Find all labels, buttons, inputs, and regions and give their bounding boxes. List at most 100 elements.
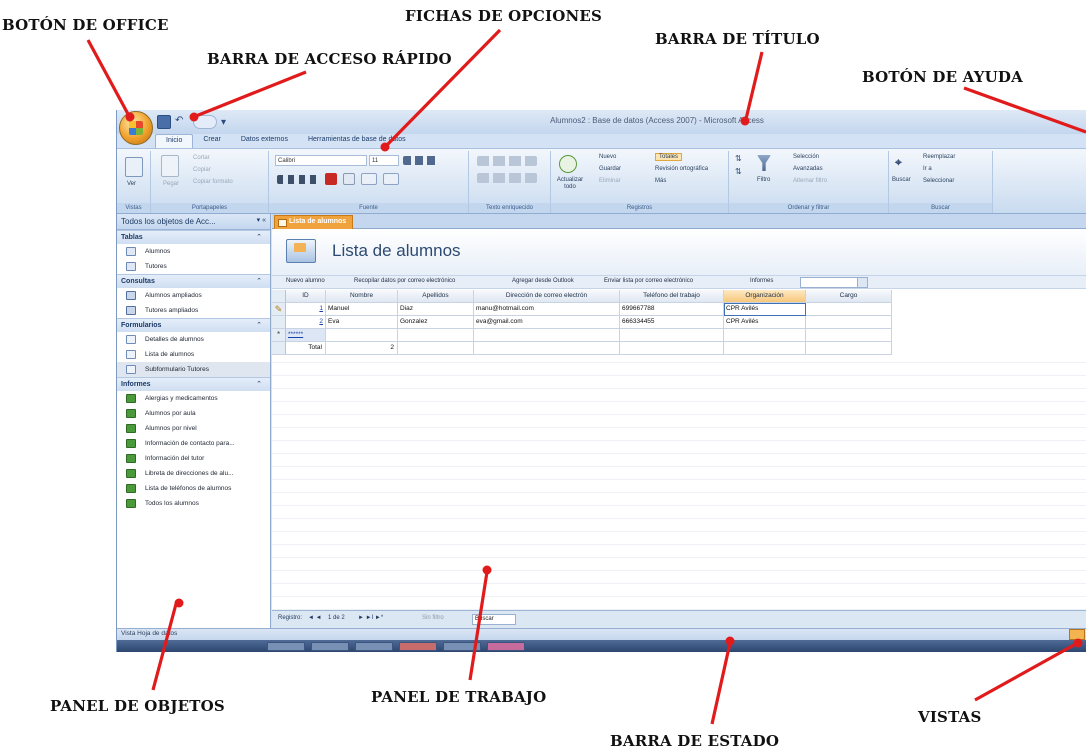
ir-a-button[interactable]: Ir a xyxy=(923,166,932,172)
column-header[interactable]: ID xyxy=(286,290,326,303)
copiar-button[interactable]: Copiar xyxy=(193,167,211,173)
alt-fill-icon[interactable] xyxy=(383,173,399,185)
collapse-icon[interactable]: ⌃ xyxy=(256,277,262,285)
actualizar-button[interactable]: Actualizar todo xyxy=(553,177,587,191)
view-icon[interactable] xyxy=(125,157,143,177)
font-color-icon[interactable] xyxy=(325,173,337,185)
align-icon[interactable] xyxy=(403,156,439,165)
eliminar-button[interactable]: Eliminar xyxy=(599,178,621,184)
office-button[interactable] xyxy=(119,111,153,145)
tab-lista-de-alumnos[interactable]: Lista de alumnos xyxy=(274,215,354,229)
grid-cell[interactable] xyxy=(806,316,892,329)
grid-cell[interactable] xyxy=(474,329,620,342)
grid-cell[interactable] xyxy=(474,342,620,355)
taskbar-button[interactable] xyxy=(355,642,393,651)
grid-cell[interactable]: 699667788 xyxy=(620,303,724,316)
refresh-icon[interactable] xyxy=(559,155,577,173)
collapse-icon[interactable]: ⌃ xyxy=(256,380,262,388)
nav-item[interactable]: Alumnos por nivel xyxy=(117,421,270,436)
pegar-button[interactable]: Pegar xyxy=(163,181,179,187)
nav-section-header[interactable]: Tablas ⌃ xyxy=(117,230,270,244)
recnav-position[interactable]: 1 de 2 xyxy=(328,615,345,621)
grid-cell[interactable]: Gonzalez xyxy=(398,316,474,329)
action-nuevo-alumno[interactable]: Nuevo alumno xyxy=(286,278,325,284)
select-all-corner[interactable] xyxy=(272,290,286,303)
grid-cell[interactable] xyxy=(620,329,724,342)
filter-icon[interactable] xyxy=(757,155,771,171)
taskbar-button[interactable] xyxy=(311,642,349,651)
nav-section-header[interactable]: Informes ⌃ xyxy=(117,377,270,391)
grid-cell[interactable]: eva@gmail.com xyxy=(474,316,620,329)
nav-section-header[interactable]: Consultas ⌃ xyxy=(117,274,270,288)
grid-cell[interactable]: CPR Avilés xyxy=(724,316,806,329)
ver-button[interactable]: Ver xyxy=(127,181,136,187)
recnav-filter[interactable]: Sin filtro xyxy=(422,615,444,621)
total-value[interactable]: 2 xyxy=(326,342,398,355)
row-selector[interactable] xyxy=(272,316,286,329)
binoculars-icon[interactable]: ⌖ xyxy=(895,155,909,171)
nuevo-button[interactable]: Nuevo xyxy=(599,154,616,160)
taskbar-button[interactable] xyxy=(487,642,525,651)
grid-cell[interactable] xyxy=(806,303,892,316)
action-agregar-outlook[interactable]: Agregar desde Outlook xyxy=(512,278,574,284)
sort-desc-icon[interactable]: ⇅ xyxy=(735,167,742,176)
taskbar-button[interactable] xyxy=(443,642,481,651)
nav-item[interactable]: Lista de alumnos xyxy=(117,347,270,362)
cortar-button[interactable]: Cortar xyxy=(193,155,210,161)
grid-cell[interactable]: manu@hotmail.com xyxy=(474,303,620,316)
nav-item[interactable]: Todos los alumnos xyxy=(117,496,270,511)
nav-item[interactable]: Detalles de alumnos xyxy=(117,332,270,347)
recnav-search-input[interactable]: Buscar xyxy=(472,614,516,625)
new-record-row[interactable]: * ****** xyxy=(272,329,892,342)
buscar-button[interactable]: Buscar xyxy=(892,177,911,183)
avanzadas-button[interactable]: Avanzadas xyxy=(793,166,823,172)
column-header[interactable]: Nombre xyxy=(326,290,398,303)
grid-cell[interactable] xyxy=(620,342,724,355)
grid-cell[interactable] xyxy=(398,342,474,355)
nav-item[interactable]: Tutores xyxy=(117,259,270,274)
record-id-link[interactable]: 1 xyxy=(286,303,326,316)
report-dropdown[interactable] xyxy=(800,277,868,288)
grid-cell[interactable] xyxy=(806,342,892,355)
grid-cell[interactable]: Manuel xyxy=(326,303,398,316)
taskbar-button[interactable] xyxy=(267,642,305,651)
table-row[interactable]: ✎ 1 Manuel Diaz manu@hotmail.com 699667788 CPR… xyxy=(272,303,892,316)
filtro-button[interactable]: Filtro xyxy=(757,177,770,183)
action-informes[interactable]: Informes xyxy=(750,278,773,284)
column-header[interactable]: Teléfono del trabajo xyxy=(620,290,724,303)
seleccionar-button[interactable]: Seleccionar xyxy=(923,178,954,184)
fill-color-icon[interactable] xyxy=(343,173,355,185)
grid-cell[interactable]: 666334455 xyxy=(620,316,724,329)
nav-item[interactable]: Alergias y medicamentos xyxy=(117,391,270,406)
alternar-filtro-button[interactable]: Alternar filtro xyxy=(793,178,827,184)
recnav-next-last-icon[interactable]: ► ►I ►* xyxy=(358,615,383,621)
nav-item[interactable]: Alumnos xyxy=(117,244,270,259)
tab-datos-externos[interactable]: Datos externos xyxy=(231,134,298,148)
font-size-box[interactable]: 11 xyxy=(369,155,399,166)
tab-inicio[interactable]: Inicio xyxy=(155,134,194,148)
sort-asc-icon[interactable]: ⇅ xyxy=(735,154,742,163)
record-id-link[interactable]: 2 xyxy=(286,316,326,329)
nav-menu-icon[interactable]: ▾ « xyxy=(257,216,266,224)
nav-item[interactable]: Información del tutor xyxy=(117,451,270,466)
revision-button[interactable]: Revisión ortográfica xyxy=(655,166,708,172)
grid-cell[interactable]: CPR Avilés xyxy=(724,303,806,316)
column-header[interactable]: Dirección de correo electrón xyxy=(474,290,620,303)
nav-item[interactable]: Información de contacto para... xyxy=(117,436,270,451)
nav-item[interactable]: Libreta de direcciones de alu... xyxy=(117,466,270,481)
grid-cell[interactable] xyxy=(326,329,398,342)
views-icon[interactable] xyxy=(1069,629,1085,640)
totales-button[interactable]: Totales xyxy=(655,153,683,161)
column-header[interactable]: Apellidos xyxy=(398,290,474,303)
grid-cell[interactable]: Eva xyxy=(326,316,398,329)
new-record-marker[interactable]: ****** xyxy=(286,329,326,342)
new-record-selector[interactable]: * xyxy=(272,329,286,342)
font-name-box[interactable]: Calibri xyxy=(275,155,367,166)
column-header[interactable]: Cargo xyxy=(806,290,892,303)
guardar-button[interactable]: Guardar xyxy=(599,166,621,172)
reemplazar-button[interactable]: Reemplazar xyxy=(923,154,955,160)
grid-cell[interactable]: Diaz xyxy=(398,303,474,316)
nav-section-header[interactable]: Formularios ⌃ xyxy=(117,318,270,332)
grid-cell[interactable] xyxy=(398,329,474,342)
seleccion-button[interactable]: Selección xyxy=(793,154,819,160)
